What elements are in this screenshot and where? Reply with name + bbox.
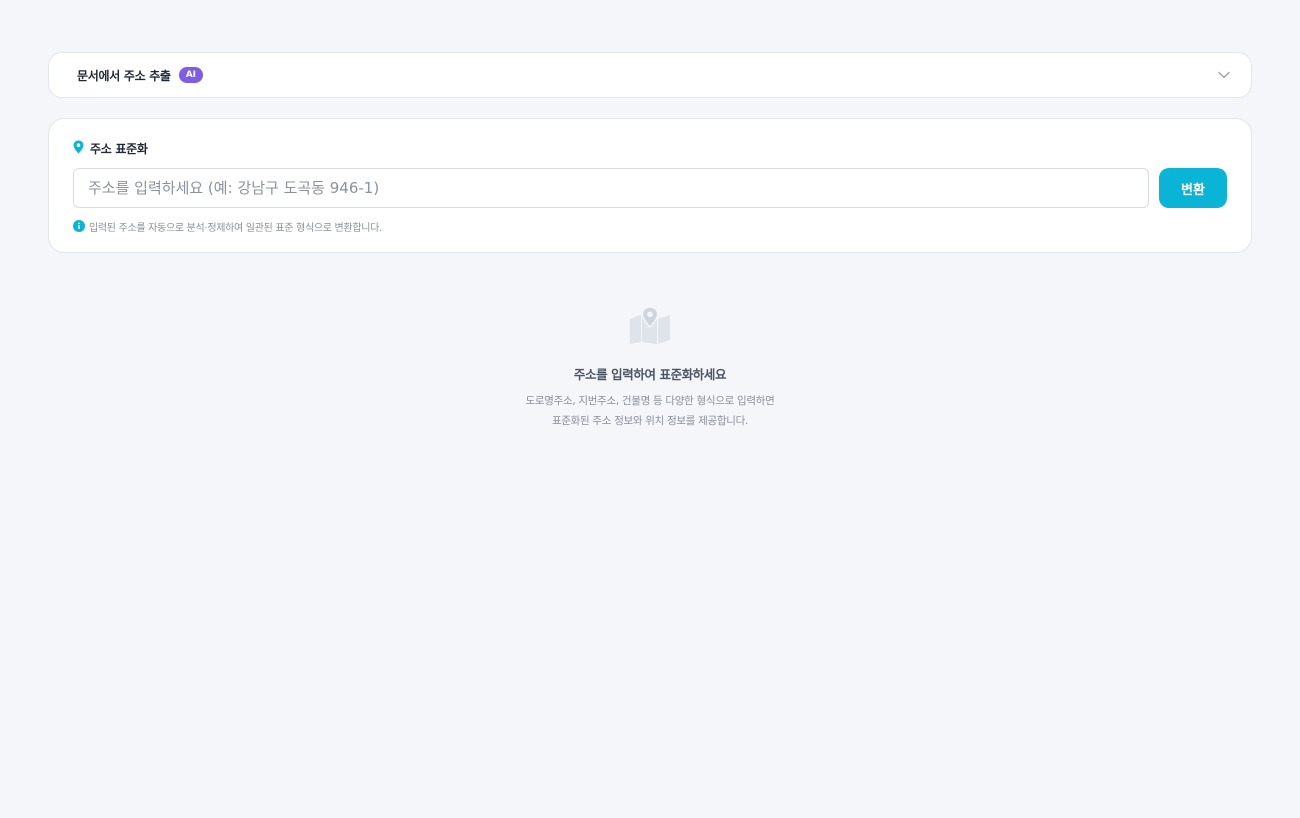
extract-address-panel-toggle[interactable]: 문서에서 주소 추출 AI [48, 52, 1252, 98]
empty-state-description: 도로명주소, 지번주소, 건물명 등 다양한 형식으로 입력하면 표준화된 주소… [526, 391, 775, 431]
hint: 입력된 주소를 자동으로 분석·정제하여 일관된 표준 형식으로 변환합니다. [73, 217, 382, 236]
map-pin-icon [73, 139, 84, 158]
empty-state-description-line: 표준화된 주소 정보와 위치 정보를 제공합니다. [551, 415, 749, 427]
info-icon [73, 217, 85, 236]
map-location-icon [629, 306, 671, 348]
empty-state-title: 주소를 입력하여 표준화하세요 [573, 367, 727, 382]
empty-state-description-line: 도로명주소, 지번주소, 건물명 등 다양한 형식으로 입력하면 [525, 395, 775, 407]
empty-state: 주소를 입력하여 표준화하세요 도로명주소, 지번주소, 건물명 등 다양한 형… [0, 306, 1300, 431]
address-input[interactable] [73, 168, 1149, 208]
panel-header: 주소 표준화 [73, 139, 148, 158]
chevron-down-icon[interactable] [1217, 68, 1231, 82]
convert-button[interactable]: 변환 [1159, 168, 1227, 208]
ai-badge: AI [178, 67, 204, 83]
address-standardize-panel: 주소 표준화 변환 입력된 주소를 자동으로 분석·정제하여 일관된 표준 형식… [48, 118, 1252, 253]
page: 문서에서 주소 추출 AI 주소 표준화 변환 [0, 0, 1300, 818]
extract-panel-title: 문서에서 주소 추출 [77, 68, 171, 83]
hint-text: 입력된 주소를 자동으로 분석·정제하여 일관된 표준 형식으로 변환합니다. [89, 223, 382, 234]
panel-title: 주소 표준화 [90, 142, 148, 156]
